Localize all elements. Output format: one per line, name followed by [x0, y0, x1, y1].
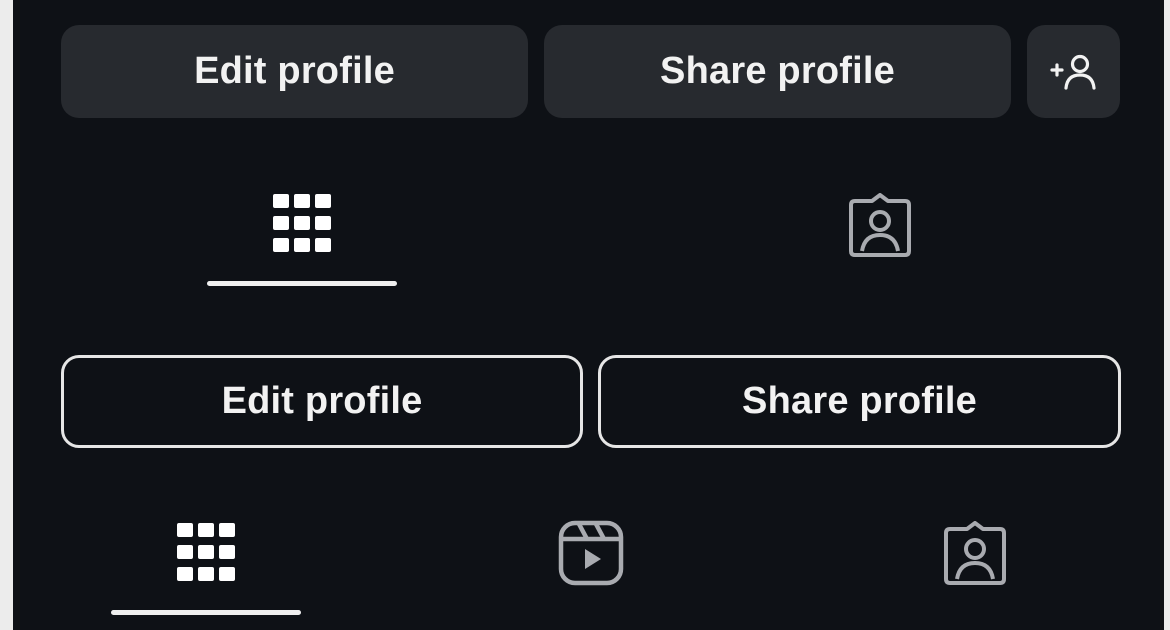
edit-profile-button-outlined[interactable]: Edit profile	[61, 355, 583, 448]
share-profile-button-outlined[interactable]: Share profile	[598, 355, 1121, 448]
frame-edge-left	[0, 0, 13, 630]
tab-posts-indicator	[207, 281, 397, 286]
edit-profile-button[interactable]: Edit profile	[61, 25, 528, 118]
tab-tagged[interactable]	[840, 190, 920, 260]
tab-tagged-bottom[interactable]	[937, 515, 1013, 591]
grid-icon	[177, 523, 235, 581]
tab-posts[interactable]	[262, 186, 342, 260]
tab-posts-bottom[interactable]	[168, 514, 244, 590]
tab-reels[interactable]	[553, 515, 629, 591]
tagged-icon	[849, 193, 911, 257]
grid-icon	[273, 194, 331, 252]
frame-edge-right	[1164, 0, 1170, 630]
person-add-icon	[1049, 54, 1096, 90]
reels-icon	[558, 520, 624, 586]
tagged-icon	[944, 521, 1006, 585]
add-person-button[interactable]	[1027, 25, 1120, 118]
share-profile-button[interactable]: Share profile	[544, 25, 1011, 118]
tab-posts-bottom-indicator	[111, 610, 301, 615]
